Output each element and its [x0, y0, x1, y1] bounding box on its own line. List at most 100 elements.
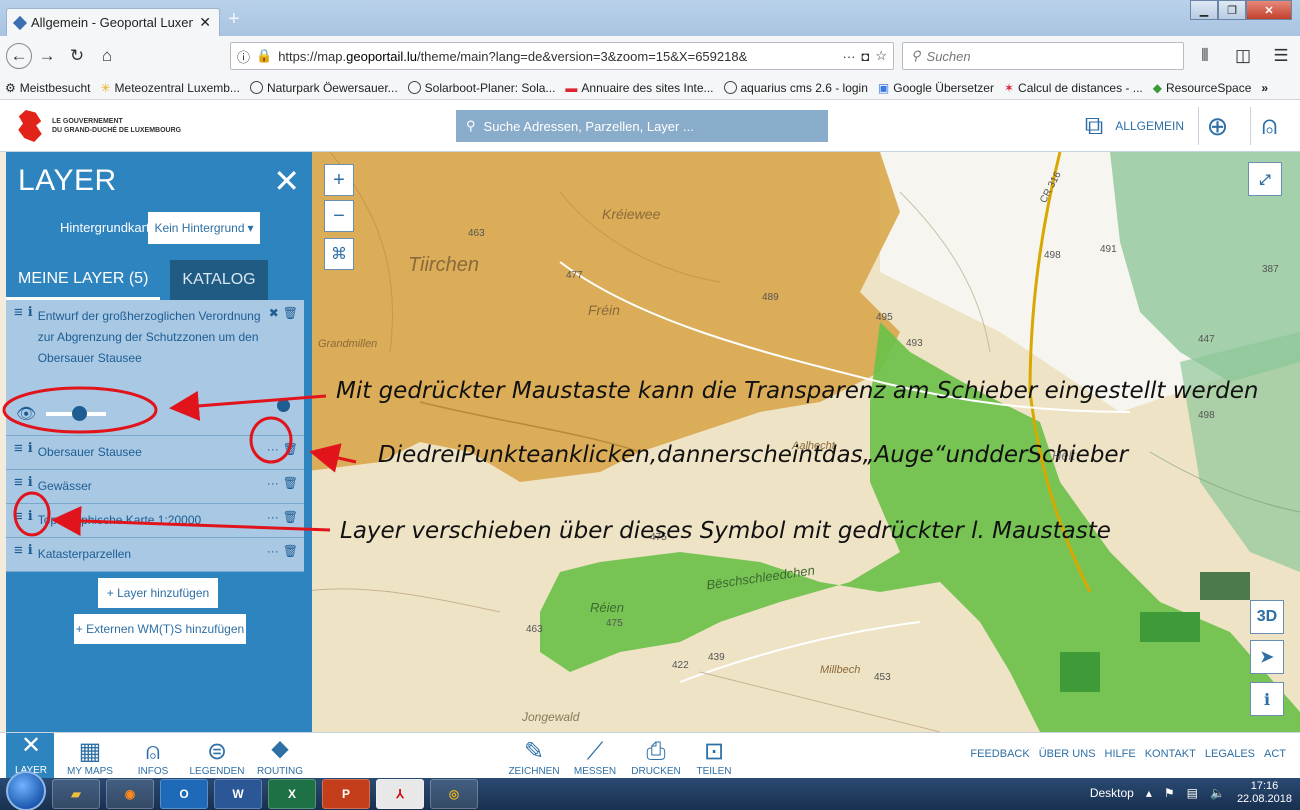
trash-icon[interactable]: 🗑 [283, 476, 298, 490]
home-icon[interactable]: ⌂ [92, 41, 122, 71]
close-window-button[interactable]: ✕ [1246, 0, 1292, 20]
bookmark-item[interactable]: ▬ Annuaire des sites Inte... [560, 81, 718, 95]
language-globe-icon[interactable]: ⊕ [1198, 107, 1236, 145]
maximize-button[interactable]: ❐ [1218, 0, 1246, 20]
powerpoint-icon[interactable]: P [322, 779, 370, 809]
bookmark-item[interactable]: ▣ Google Übersetzer [873, 81, 999, 95]
close-tab-icon[interactable]: ✕ [199, 14, 211, 31]
more-options-icon[interactable]: ··· [267, 442, 279, 456]
info-icon[interactable]: ⓘ [237, 47, 250, 66]
chrome-icon[interactable]: ◎ [430, 779, 478, 809]
theme-button[interactable]: ⧉ ALLGEMEIN [1085, 110, 1184, 142]
country-extent-icon[interactable]: ⌘ [324, 238, 354, 270]
tray-expand-icon[interactable]: ▴ [1146, 786, 1152, 800]
eye-icon[interactable]: 👁 [16, 404, 36, 424]
more-options-icon[interactable]: ··· [267, 510, 279, 524]
url-bar[interactable]: ⓘ 🔒 https://map.geoportail.lu/theme/main… [230, 42, 894, 70]
zoom-in-button[interactable]: + [324, 164, 354, 196]
layer-info-icon[interactable]: i [28, 442, 33, 456]
toolbar-share-button[interactable]: ⊡ TEILEN [690, 733, 738, 779]
layer-info-icon[interactable]: i [28, 544, 33, 558]
flag-tray-icon[interactable]: ⚑ [1164, 786, 1175, 800]
forward-icon[interactable]: → [32, 41, 62, 71]
sidebar-icon[interactable]: ◫ [1228, 41, 1258, 71]
layer-info-icon[interactable]: i [28, 510, 33, 524]
library-icon[interactable]: ⫴ [1190, 41, 1220, 71]
layer-info-icon[interactable]: i [28, 476, 33, 490]
bookmark-item[interactable]: ✳ Meteozentral Luxemb... [95, 81, 244, 95]
zoom-out-button[interactable]: − [324, 200, 354, 232]
toolbar-legends-button[interactable]: ⊜ LEGENDEN [188, 733, 246, 779]
bookmark-item[interactable]: Solarboot-Planer: Sola... [403, 81, 561, 95]
bookmark-item[interactable]: ◆ ResourceSpace [1148, 81, 1257, 95]
excel-icon[interactable]: X [268, 779, 316, 809]
link-feedback[interactable]: FEEDBACK [970, 748, 1029, 760]
volume-icon[interactable]: 🔈 [1210, 786, 1225, 800]
menu-icon[interactable]: ☰ [1266, 41, 1296, 71]
explorer-icon[interactable]: ▰ [52, 779, 100, 809]
drag-handle-icon[interactable]: ≡ [14, 543, 23, 558]
word-icon[interactable]: W [214, 779, 262, 809]
close-panel-icon[interactable]: ✕ [273, 162, 300, 200]
bookmark-item[interactable]: ✶ Calcul de distances - ... [999, 81, 1148, 95]
outlook-icon[interactable]: O [160, 779, 208, 809]
network-icon[interactable]: ▤ [1187, 786, 1198, 800]
fullscreen-icon[interactable]: ⤢ [1248, 162, 1282, 196]
browser-tab[interactable]: Allgemein - Geoportal Luxemb ✕ [6, 8, 220, 36]
link-act[interactable]: ACT [1264, 748, 1286, 760]
info-button[interactable]: i [1250, 682, 1284, 716]
address-search-input[interactable]: ⚲ Suche Adressen, Parzellen, Layer ... [456, 110, 828, 142]
opacity-slider[interactable]: 👁 [16, 404, 107, 424]
reload-icon[interactable]: ↻ [62, 41, 92, 71]
remove-layer-x-icon[interactable]: ✖ [269, 306, 279, 369]
link-about[interactable]: ÜBER UNS [1039, 748, 1096, 760]
user-icon[interactable]: ⍝ [1250, 107, 1288, 145]
drag-handle-icon[interactable]: ≡ [14, 475, 23, 490]
3d-button[interactable]: 3D [1250, 600, 1284, 634]
contour-label: 498 [1044, 250, 1061, 261]
trash-icon[interactable]: 🗑 [283, 510, 298, 524]
slider-knob[interactable] [72, 406, 88, 421]
link-help[interactable]: HILFE [1105, 748, 1136, 760]
government-logo[interactable]: LE GOUVERNEMENT DU GRAND-DUCHÉ DE LUXEMB… [16, 110, 181, 142]
add-layer-button[interactable]: + Layer hinzufügen [98, 578, 218, 608]
new-tab-icon[interactable]: + [228, 8, 240, 31]
back-icon[interactable]: ← [6, 43, 32, 69]
trash-icon[interactable]: 🗑 [283, 442, 298, 456]
toolbar-measure-button[interactable]: ⟋ MESSEN [568, 733, 622, 779]
geolocate-icon[interactable]: ➤ [1250, 640, 1284, 674]
pocket-icon[interactable]: ◘ [861, 49, 869, 64]
trash-icon[interactable]: 🗑 [283, 306, 298, 369]
trash-icon[interactable]: 🗑 [283, 544, 298, 558]
acrobat-icon[interactable]: ⅄ [376, 779, 424, 809]
add-external-wms-button[interactable]: + Externen WM(T)S hinzufügen [74, 614, 246, 644]
bookmark-item[interactable]: ⚙ Meistbesucht [0, 81, 95, 95]
bookmark-star-icon[interactable]: ☆ [875, 48, 887, 64]
browser-search-input[interactable]: ⚲ Suchen [902, 42, 1184, 70]
drag-handle-icon[interactable]: ≡ [14, 441, 23, 456]
tab-my-layers[interactable]: MEINE LAYER (5) [6, 260, 161, 300]
toolbar-draw-button[interactable]: ✎ ZEICHNEN [506, 733, 562, 779]
more-options-icon[interactable]: ··· [267, 544, 279, 558]
bookmark-item[interactable]: aquarius cms 2.6 - login [719, 81, 873, 95]
toolbar-mymaps-button[interactable]: ▦ MY MAPS [62, 733, 118, 779]
firefox-icon[interactable]: ◉ [106, 779, 154, 809]
more-bookmarks-icon[interactable]: » [1256, 81, 1273, 95]
layer-info-icon[interactable]: i [28, 306, 33, 369]
tab-catalog[interactable]: KATALOG [170, 260, 268, 300]
background-map-select[interactable]: Kein Hintergrund ▾ [148, 212, 260, 244]
more-options-icon[interactable]: ··· [267, 476, 279, 490]
drag-handle-icon[interactable]: ≡ [14, 305, 23, 369]
link-legal[interactable]: LEGALES [1205, 748, 1255, 760]
clock[interactable]: 17:16 22.08.2018 [1237, 780, 1292, 806]
desktop-toolbar-label[interactable]: Desktop [1090, 786, 1134, 800]
link-contact[interactable]: KONTAKT [1145, 748, 1196, 760]
toolbar-print-button[interactable]: ⎙ DRUCKEN [628, 733, 684, 779]
drag-handle-icon[interactable]: ≡ [14, 509, 23, 524]
toolbar-routing-button[interactable]: ⯁ ROUTING [252, 733, 308, 779]
bookmark-item[interactable]: Naturpark Öewersauer... [245, 81, 403, 95]
minimize-button[interactable]: ▁ [1190, 0, 1218, 20]
start-button[interactable] [6, 771, 46, 810]
page-actions-icon[interactable]: ··· [842, 49, 855, 64]
toolbar-infos-button[interactable]: ⍝ INFOS [126, 733, 180, 779]
